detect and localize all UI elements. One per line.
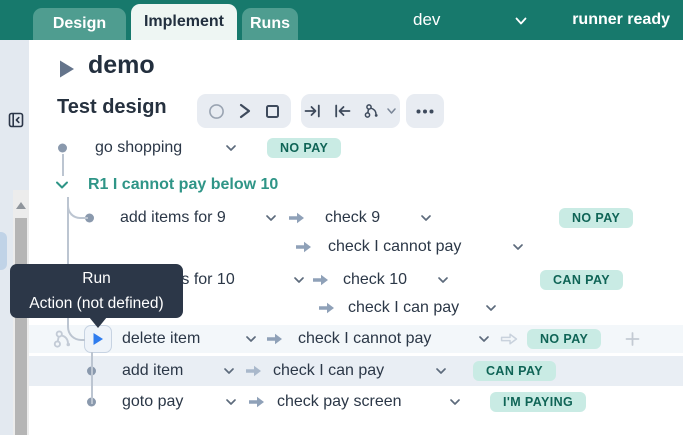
- left-sidebar: [0, 40, 29, 435]
- state-badge: NO PAY: [559, 208, 633, 228]
- tree-subcheck-row[interactable]: check I cannot pay: [29, 233, 683, 261]
- top-navigation-bar: Design Implement Runs dev runner ready: [0, 0, 683, 40]
- tab-design-label: Design: [53, 15, 106, 33]
- tree-row[interactable]: add items for 9 check 9 NO PAY: [29, 204, 683, 232]
- more-group: [406, 94, 444, 128]
- state-badge: CAN PAY: [473, 361, 556, 381]
- tooltip: Run Action (not defined): [10, 264, 183, 318]
- stop-icon[interactable]: [265, 104, 280, 119]
- scrollbar-thumb[interactable]: [15, 218, 27, 435]
- check-label[interactable]: check pay screen: [277, 393, 402, 411]
- check-label[interactable]: check 9: [325, 209, 380, 227]
- check-label[interactable]: check I cannot pay: [328, 238, 461, 256]
- chevron-down-icon[interactable]: [512, 243, 524, 251]
- chevron-down-icon[interactable]: [245, 335, 257, 343]
- record-icon[interactable]: [208, 103, 225, 120]
- collapse-panel-icon[interactable]: [8, 112, 24, 128]
- tooltip-title: Run: [82, 266, 110, 291]
- tooltip-subtitle: Action (not defined): [29, 291, 163, 316]
- plus-icon[interactable]: [625, 332, 640, 347]
- page-title: demo: [88, 51, 155, 80]
- chevron-down-icon[interactable]: [449, 398, 461, 406]
- check-arrow-icon: [288, 212, 305, 225]
- step-label[interactable]: add item: [122, 362, 183, 380]
- more-icon[interactable]: [416, 109, 434, 114]
- add-check-arrow-icon[interactable]: [500, 332, 518, 346]
- check-arrow-icon: [245, 365, 262, 378]
- run-to-start-icon[interactable]: [334, 103, 351, 119]
- tab-implement-label: Implement: [144, 13, 224, 31]
- environment-label: dev: [413, 10, 440, 30]
- tree-row[interactable]: add item check I can pay CAN PAY: [29, 356, 683, 386]
- tab-implement[interactable]: Implement: [131, 4, 237, 40]
- chevron-down-icon[interactable]: [265, 214, 277, 222]
- branch-icon[interactable]: [364, 103, 380, 119]
- chevron-down-icon[interactable]: [435, 367, 447, 375]
- step-label[interactable]: delete item: [122, 330, 200, 348]
- state-badge: NO PAY: [527, 329, 601, 349]
- chevron-down-icon[interactable]: [478, 335, 490, 343]
- state-badge: NO PAY: [267, 138, 341, 158]
- environment-selector[interactable]: dev: [413, 0, 440, 40]
- tab-runs-label: Runs: [250, 15, 290, 33]
- panel-drag-handle[interactable]: [0, 232, 7, 270]
- check-label[interactable]: check I can pay: [273, 362, 384, 380]
- chevron-down-icon[interactable]: [514, 13, 528, 31]
- scroll-up-icon[interactable]: [16, 202, 26, 209]
- tab-design[interactable]: Design: [33, 8, 126, 40]
- step-label[interactable]: goto pay: [122, 393, 183, 411]
- chevron-down-icon[interactable]: [437, 276, 449, 284]
- chevron-down-icon[interactable]: [293, 276, 305, 284]
- check-arrow-icon: [266, 333, 283, 346]
- tree-connector: [91, 352, 93, 404]
- tree-row[interactable]: goto pay check pay screen I'M PAYING: [29, 388, 683, 416]
- chevron-down-icon[interactable]: [386, 107, 397, 115]
- tree-group-row[interactable]: R1 I cannot pay below 10: [29, 171, 683, 199]
- step-controls-group: [301, 94, 400, 128]
- chevron-down-icon[interactable]: [420, 214, 432, 222]
- check-label[interactable]: check I cannot pay: [298, 330, 431, 348]
- chevron-down-icon[interactable]: [225, 398, 237, 406]
- tab-runs[interactable]: Runs: [242, 8, 298, 40]
- check-label[interactable]: check 10: [343, 271, 407, 289]
- check-arrow-icon: [318, 302, 335, 315]
- state-badge: I'M PAYING: [490, 392, 586, 412]
- run-controls-group: [197, 94, 291, 128]
- tree-row[interactable]: delete item check I cannot pay NO PAY: [29, 325, 683, 353]
- step-label[interactable]: go shopping: [95, 139, 182, 157]
- chevron-down-icon[interactable]: [225, 144, 237, 152]
- runner-status: runner ready: [572, 0, 670, 40]
- run-to-end-icon[interactable]: [304, 103, 321, 119]
- chevron-down-icon[interactable]: [223, 367, 235, 375]
- step-label[interactable]: add items for 9: [120, 209, 226, 227]
- run-step-button[interactable]: [84, 325, 112, 353]
- model-play-icon: [58, 59, 76, 84]
- check-arrow-icon: [312, 274, 329, 287]
- tree-connector: [62, 154, 64, 176]
- tree-row[interactable]: go shopping NO PAY: [29, 134, 683, 162]
- check-label[interactable]: check I can pay: [348, 299, 459, 317]
- group-label[interactable]: R1 I cannot pay below 10: [88, 176, 278, 194]
- chevron-down-icon[interactable]: [55, 181, 69, 190]
- runner-status-label: runner ready: [572, 11, 670, 29]
- section-title: Test design: [57, 96, 167, 119]
- run-icon[interactable]: [238, 103, 252, 119]
- state-badge: CAN PAY: [540, 270, 623, 290]
- chevron-down-icon[interactable]: [485, 304, 497, 312]
- check-arrow-icon: [248, 396, 265, 409]
- check-arrow-icon: [295, 241, 312, 254]
- app-window: Design Implement Runs dev runner ready: [0, 0, 683, 435]
- step-bullet-icon: [58, 144, 67, 153]
